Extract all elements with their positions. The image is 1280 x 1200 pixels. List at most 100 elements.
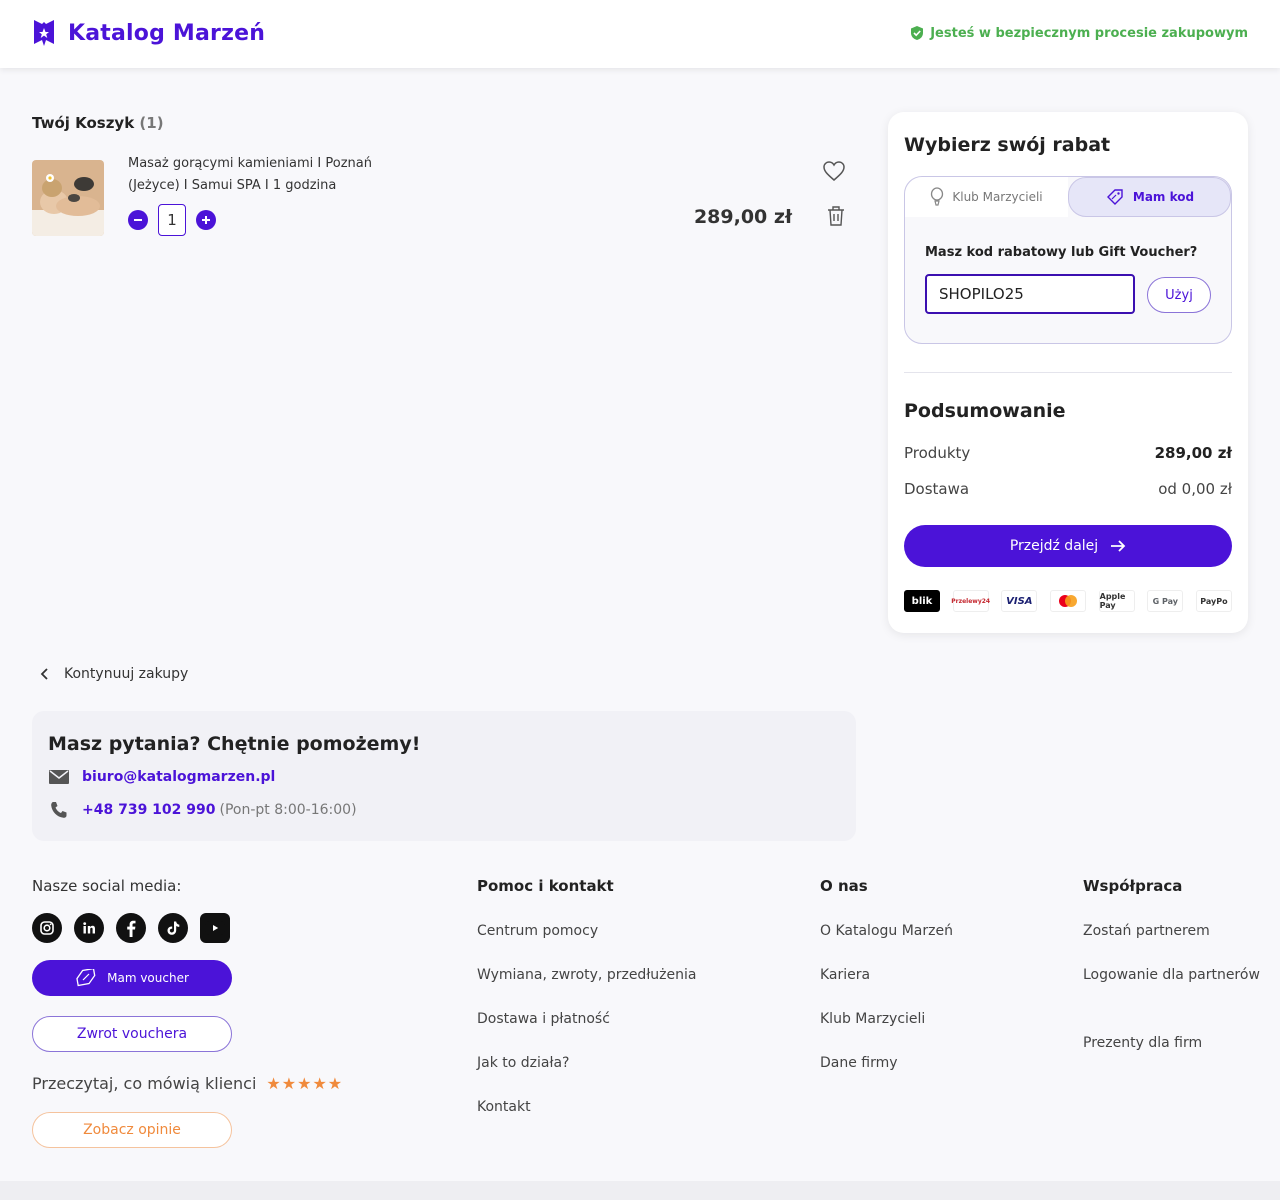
footer-link-club[interactable]: Klub Marzycieli xyxy=(820,1011,925,1027)
apple-pay-logo: Apple Pay xyxy=(1098,590,1135,612)
product-name[interactable]: Masaż gorącymi kamieniami I Poznań (Jeży… xyxy=(128,153,408,197)
shield-check-icon xyxy=(911,26,924,40)
instagram-icon[interactable] xyxy=(32,913,62,943)
help-email-link[interactable]: biuro@katalogmarzen.pl xyxy=(82,769,275,785)
facebook-icon[interactable] xyxy=(116,913,146,943)
see-opinions-button[interactable]: Zobacz opinie xyxy=(32,1112,232,1148)
have-voucher-label: Mam voucher xyxy=(107,971,189,985)
footer-link-delivery-payment[interactable]: Dostawa i płatność xyxy=(477,1011,610,1027)
product-thumbnail[interactable] xyxy=(32,160,104,236)
proceed-button[interactable]: Przejdź dalej xyxy=(904,525,1232,567)
help-box: Masz pytania? Chętnie pomożemy! biuro@ka… xyxy=(32,711,856,841)
tab-klub-marzycieli[interactable]: Klub Marzycieli xyxy=(905,177,1068,217)
code-label: Masz kod rabatowy lub Gift Voucher? xyxy=(925,245,1198,260)
product-price: 289,00 zł xyxy=(693,206,792,228)
ticket-icon xyxy=(1106,189,1123,205)
discount-tabs: Klub Marzycieli Mam kod xyxy=(905,177,1231,217)
discount-code-value: SHOPILO25 xyxy=(939,285,1024,303)
mastercard-logo xyxy=(1049,590,1086,612)
help-email-row: biuro@katalogmarzen.pl xyxy=(48,768,275,786)
footer-link-become-partner[interactable]: Zostań partnerem xyxy=(1083,923,1210,939)
footer-col-about-title: O nas xyxy=(820,877,868,895)
logo-text: Katalog Marzeń xyxy=(68,20,266,46)
trash-icon xyxy=(828,206,844,226)
cart-item: Masaż gorącymi kamieniami I Poznań (Jeży… xyxy=(32,150,856,250)
footer-col-help-title: Pomoc i kontakt xyxy=(477,877,614,895)
footer-link-career[interactable]: Kariera xyxy=(820,967,870,983)
delivery-value: od 0,00 zł xyxy=(1158,480,1232,498)
summary-title: Podsumowanie xyxy=(904,400,1066,422)
products-label: Produkty xyxy=(904,444,971,462)
remove-item-button[interactable] xyxy=(826,205,846,231)
tab-code-label: Mam kod xyxy=(1132,190,1195,204)
continue-shopping-label: Kontynuuj zakupy xyxy=(64,666,189,682)
discount-code-input[interactable]: SHOPILO25 xyxy=(925,274,1135,314)
rating-stars: ★★★★★ xyxy=(266,1074,344,1093)
increase-quantity-button[interactable] xyxy=(196,210,216,230)
tab-klub-label: Klub Marzycieli xyxy=(952,190,1043,204)
help-title: Masz pytania? Chętnie pomożemy! xyxy=(48,733,421,755)
footer-link-help-center[interactable]: Centrum pomocy xyxy=(477,923,598,939)
social-links xyxy=(32,913,230,943)
products-value: 289,00 zł xyxy=(1154,444,1232,462)
help-phone-link[interactable]: +48 739 102 990 xyxy=(82,802,216,818)
cart-count: (1) xyxy=(139,114,164,132)
google-pay-logo: G Pay xyxy=(1147,590,1184,612)
divider xyxy=(904,372,1232,373)
discount-box: Klub Marzycieli Mam kod Masz kod rabatow… xyxy=(904,176,1232,344)
blik-logo: blik xyxy=(904,590,940,612)
visa-logo: VISA xyxy=(1001,590,1038,612)
logo[interactable]: Katalog Marzeń xyxy=(32,18,265,48)
voucher-return-button[interactable]: Zwrot vouchera xyxy=(32,1016,232,1052)
minus-icon xyxy=(134,219,142,221)
arrow-right-icon xyxy=(1111,540,1126,552)
have-voucher-button[interactable]: Mam voucher xyxy=(32,960,232,996)
balloon-icon xyxy=(931,187,944,206)
social-title: Nasze social media: xyxy=(32,877,182,895)
linkedin-icon[interactable] xyxy=(74,913,104,943)
paypo-logo: PayPo xyxy=(1195,590,1232,612)
footer-link-how-it-works[interactable]: Jak to działa? xyxy=(477,1055,569,1071)
tiktok-icon[interactable] xyxy=(158,913,188,943)
footer-col-cooperation-title: Współpraca xyxy=(1083,877,1183,895)
voucher-ticket-icon xyxy=(76,969,96,987)
bottom-bar xyxy=(0,1181,1280,1200)
header: Katalog Marzeń Jesteś w bezpiecznym proc… xyxy=(0,0,1280,68)
reviews-text: Przeczytaj, co mówią klienci xyxy=(32,1074,257,1093)
footer-link-company-data[interactable]: Dane firmy xyxy=(820,1055,898,1071)
proceed-label: Przejdź dalej xyxy=(1009,538,1099,554)
secure-process-text: Jesteś w bezpiecznym procesie zakupowym xyxy=(930,25,1248,41)
przelewy24-logo: Przelewy24 xyxy=(951,590,990,612)
cart-title-text: Twój Koszyk xyxy=(32,114,135,132)
summary-products-row: Produkty 289,00 zł xyxy=(904,444,1232,462)
footer-link-exchange-returns[interactable]: Wymiana, zwroty, przedłużenia xyxy=(477,967,696,983)
footer-link-about[interactable]: O Katalogu Marzeń xyxy=(820,923,953,939)
payment-methods: blik Przelewy24 VISA Apple Pay G Pay Pay… xyxy=(904,590,1232,612)
decrease-quantity-button[interactable] xyxy=(128,210,148,230)
quantity-input[interactable]: 1 xyxy=(158,204,186,236)
footer-link-contact[interactable]: Kontakt xyxy=(477,1099,531,1115)
cart-title: Twój Koszyk (1) xyxy=(32,114,164,132)
heart-icon xyxy=(823,161,845,181)
footer-link-corporate-gifts[interactable]: Prezenty dla firm xyxy=(1083,1035,1202,1051)
discount-title: Wybierz swój rabat xyxy=(904,134,1111,156)
help-phone-row: +48 739 102 990 (Pon-pt 8:00-16:00) xyxy=(48,800,357,820)
reviews-row: Przeczytaj, co mówią klienci ★★★★★ xyxy=(32,1074,343,1093)
book-logo-icon xyxy=(34,20,54,46)
tab-mam-kod[interactable]: Mam kod xyxy=(1068,177,1231,217)
secure-process-badge: Jesteś w bezpiecznym procesie zakupowym xyxy=(910,25,1248,41)
help-hours: (Pon-pt 8:00-16:00) xyxy=(219,802,357,818)
chevron-left-icon xyxy=(40,668,48,680)
summary-delivery-row: Dostawa od 0,00 zł xyxy=(904,480,1232,498)
add-to-favorites-button[interactable] xyxy=(822,160,846,186)
continue-shopping-link[interactable]: Kontynuuj zakupy xyxy=(40,666,188,682)
footer-link-partner-login[interactable]: Logowanie dla partnerów xyxy=(1083,967,1260,983)
delivery-label: Dostawa xyxy=(904,480,970,498)
phone-icon xyxy=(51,802,67,818)
youtube-icon[interactable] xyxy=(200,913,230,943)
plus-icon xyxy=(202,216,210,224)
apply-code-button[interactable]: Użyj xyxy=(1147,277,1211,313)
quantity-stepper: 1 xyxy=(128,204,216,236)
mail-icon xyxy=(49,770,69,784)
checkout-panel: Wybierz swój rabat Klub Marzycieli Mam k… xyxy=(888,112,1248,633)
